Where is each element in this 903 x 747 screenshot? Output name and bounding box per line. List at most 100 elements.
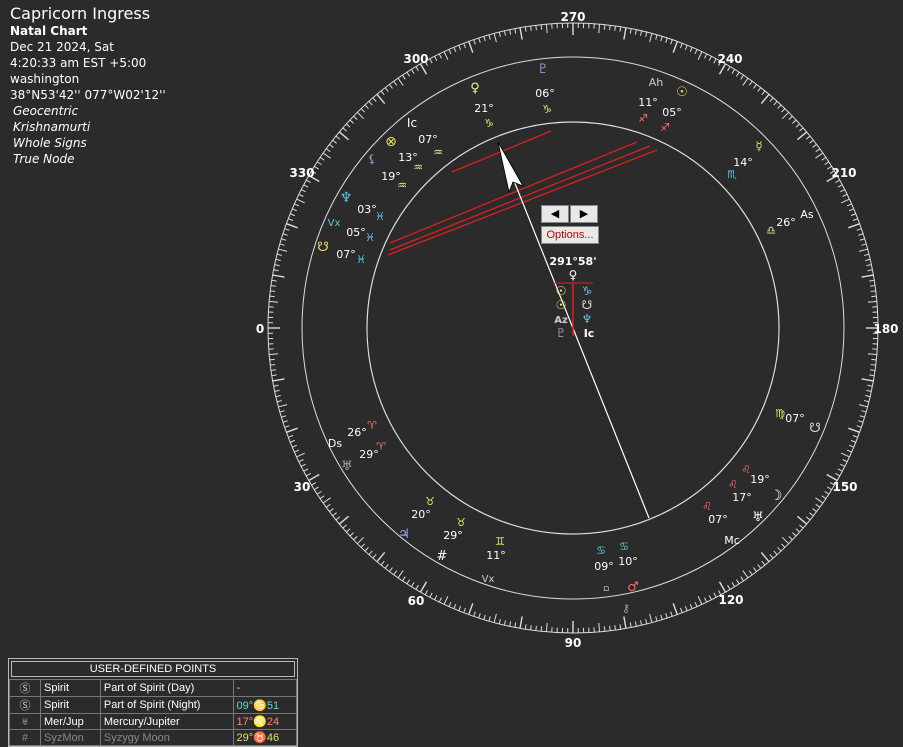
- degree-tick: [714, 593, 716, 597]
- syzygy-moon-icon[interactable]: #: [437, 549, 448, 564]
- degree-tick: [304, 185, 308, 187]
- mc-angle-icon[interactable]: Mc: [724, 534, 740, 547]
- venus-degree: 21°: [474, 102, 494, 115]
- degree-tick: [385, 564, 388, 568]
- degree-tick: [866, 265, 871, 266]
- sun-icon[interactable]: ☉: [676, 85, 688, 100]
- degree-tick: [861, 411, 866, 412]
- degree-tick: [373, 554, 376, 558]
- degree-tick: [510, 621, 511, 626]
- degree-tick: [270, 296, 275, 297]
- degree-tick: [848, 224, 859, 228]
- aquarius-icon: ♒: [413, 161, 423, 174]
- moon-icon[interactable]: ☽: [770, 488, 783, 504]
- degree-tick: [288, 219, 293, 221]
- degree-tick: [809, 140, 813, 143]
- uranus-icon[interactable]: ♅: [341, 459, 353, 474]
- ic-icon: Ic: [584, 327, 595, 340]
- degree-tick: [864, 401, 869, 402]
- degree-tick: [464, 43, 466, 48]
- mer-jup-icon[interactable]: ♅: [752, 510, 764, 525]
- udp-row-icon: ♅: [10, 714, 41, 730]
- degree-tick: [859, 405, 868, 407]
- aries-degree: 26°: [347, 426, 367, 439]
- next-button[interactable]: ▶: [570, 205, 598, 223]
- degree-tick: [858, 421, 863, 423]
- aspect-line: [390, 146, 650, 250]
- chart-wheel[interactable]: 270 240 210 180 150 120 90 60 30 0 330 3…: [0, 0, 903, 746]
- ic-degree: 07°: [418, 133, 438, 146]
- degree-tick: [624, 28, 626, 40]
- pluto-icon[interactable]: ♇: [537, 62, 549, 77]
- udp-row[interactable]: #SyzMonSyzygy Moon29°♉46: [10, 730, 297, 746]
- degree-tick: [270, 365, 275, 366]
- deg-label-180: 180: [873, 322, 898, 336]
- degree-tick: [841, 453, 849, 457]
- jupiter-icon[interactable]: ♃: [398, 527, 410, 542]
- previous-button[interactable]: ◀: [541, 205, 569, 223]
- aquarius-icon: ♒: [397, 179, 407, 192]
- degree-tick: [656, 35, 657, 40]
- degree-tick: [389, 568, 392, 572]
- degree-tick: [444, 52, 448, 60]
- capricorn-icon: ♑: [582, 284, 593, 298]
- degree-tick: [479, 613, 481, 618]
- part-of-fortune-icon[interactable]: ⊗: [385, 134, 397, 150]
- ic-angle-icon[interactable]: Ic: [407, 116, 417, 130]
- degree-tick: [454, 47, 456, 52]
- mars-icon[interactable]: ♂: [627, 580, 639, 595]
- aspect-lines: [388, 131, 657, 255]
- capricorn-icon: ♑: [484, 117, 494, 130]
- dsc-angle-icon[interactable]: Ds: [328, 437, 342, 450]
- deg-label-150: 150: [832, 480, 857, 494]
- degree-tick: [290, 440, 295, 442]
- degree-tick: [398, 570, 403, 577]
- venus-icon[interactable]: ♀: [470, 81, 480, 96]
- degree-tick: [728, 585, 731, 589]
- ah-angle-icon[interactable]: Ah: [649, 76, 664, 89]
- udp-row[interactable]: ♅Mer/JupMercury/Jupiter17°♌24: [10, 714, 297, 730]
- degree-tick: [871, 291, 876, 292]
- degree-tick: [323, 153, 330, 158]
- degree-tick: [398, 78, 403, 85]
- degree-tick: [489, 35, 490, 40]
- degree-tick: [479, 38, 481, 43]
- degree-tick: [671, 40, 673, 45]
- degree-tick: [430, 59, 432, 63]
- degree-tick: [309, 475, 319, 481]
- vertex-icon[interactable]: Vx: [482, 574, 495, 585]
- pluto-icon: ♇: [556, 326, 567, 340]
- neptune-icon[interactable]: ♆: [340, 190, 353, 206]
- chiron-icon[interactable]: ⚷: [622, 602, 630, 615]
- asc-degree: 26°: [776, 216, 796, 229]
- pisces-icon: ♓: [375, 210, 385, 223]
- udp-row[interactable]: ⓈSpiritPart of Spirit (Day)-: [10, 680, 297, 697]
- degree-tick: [269, 301, 278, 302]
- degree-tick: [285, 229, 290, 231]
- degree-tick: [778, 105, 781, 109]
- lilith-icon[interactable]: ⚸: [368, 152, 377, 166]
- options-button[interactable]: Options...: [541, 226, 599, 244]
- deg-label-120: 120: [718, 593, 743, 607]
- node-icon[interactable]: ☋: [809, 421, 821, 436]
- degree-tick: [849, 209, 854, 211]
- degree-tick: [815, 498, 822, 503]
- sun-icon: ☉: [556, 298, 567, 312]
- degree-tick: [816, 149, 820, 152]
- degree-tick: [806, 517, 810, 520]
- node-icon[interactable]: ☋: [317, 240, 329, 255]
- degree-tick: [292, 209, 297, 211]
- degree-tick: [361, 109, 364, 113]
- udp-row[interactable]: ⓈSpiritPart of Spirit (Night)09°♋51: [10, 697, 297, 714]
- udp-row-name: SyzMon: [41, 730, 101, 746]
- asc-angle-icon[interactable]: As: [800, 208, 814, 221]
- degree-tick: [411, 582, 414, 586]
- degree-tick: [439, 54, 441, 58]
- spirit-point-icon[interactable]: ▫: [603, 584, 609, 594]
- degree-tick: [761, 94, 769, 103]
- mercury-icon[interactable]: ☿: [755, 139, 762, 153]
- degree-tick: [317, 491, 321, 494]
- deg-label-0: 0: [256, 322, 264, 336]
- vertex-icon[interactable]: Vx: [328, 218, 341, 229]
- degree-tick: [815, 153, 822, 158]
